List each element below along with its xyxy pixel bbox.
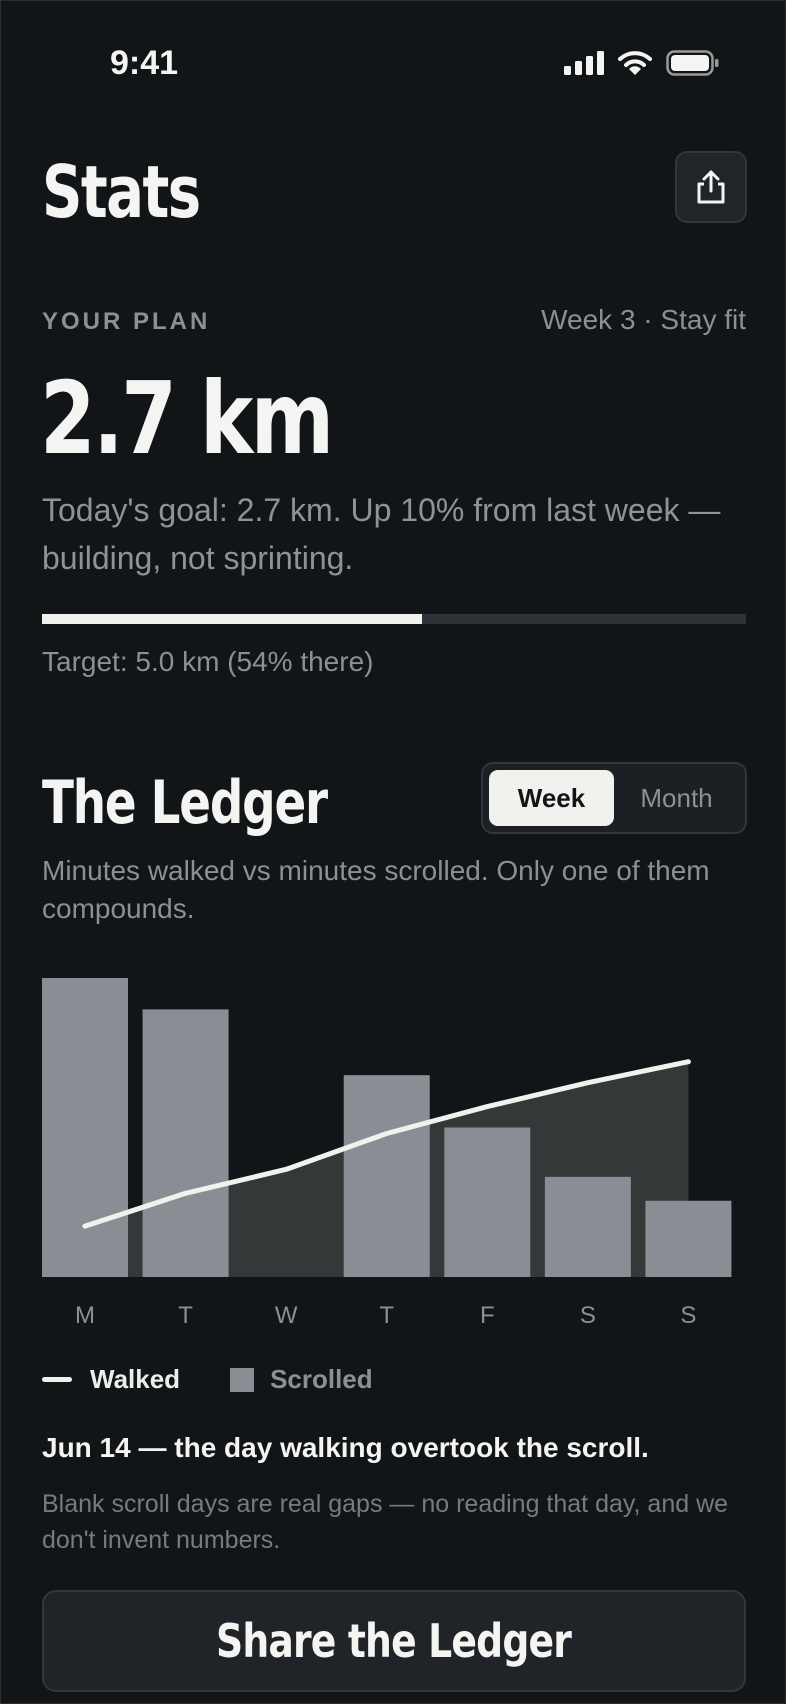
legend-walked-label: Walked <box>90 1364 181 1394</box>
share-ledger-button[interactable]: Share the Ledger <box>42 1590 746 1692</box>
ledger-note: Blank scroll days are real gaps — no rea… <box>42 1490 729 1554</box>
x-tick-label: W <box>275 1302 298 1329</box>
x-tick-label: F <box>480 1302 495 1329</box>
period-toggle: Week Month <box>481 762 747 834</box>
target-caption: Target: 5.0 km (54% there) <box>42 646 374 677</box>
chart-legend: Walked Scrolled <box>42 1364 373 1395</box>
share-icon <box>697 170 725 204</box>
plan-label: YOUR PLAN <box>42 308 211 335</box>
x-tick-label: T <box>379 1302 394 1329</box>
scrolled-bar <box>142 1009 229 1277</box>
x-tick-label: S <box>680 1302 696 1329</box>
plan-description: Today's goal: 2.7 km. Up 10% from last w… <box>42 492 721 576</box>
battery-icon <box>666 50 719 76</box>
x-tick-label: M <box>75 1302 95 1329</box>
plan-distance: 2.7 km <box>40 360 334 477</box>
status-time: 9:41 <box>110 44 179 82</box>
page-title: Stats <box>42 150 201 234</box>
plan-week: Week 3 · Stay fit <box>541 304 746 335</box>
ledger-description: Minutes walked vs minutes scrolled. Only… <box>42 855 710 924</box>
toggle-month[interactable]: Month <box>614 770 739 826</box>
ledger-title: The Ledger <box>42 768 328 838</box>
scrolled-bar <box>343 1075 430 1277</box>
scrolled-bar <box>544 1176 631 1277</box>
x-tick-label: T <box>178 1302 193 1329</box>
share-ledger-label: Share the Ledger <box>216 1614 572 1668</box>
legend-scrolled-swatch <box>230 1367 255 1392</box>
wifi-icon <box>618 51 652 75</box>
ledger-callout: Jun 14 — the day walking overtook the sc… <box>42 1432 649 1463</box>
scrolled-bar <box>444 1127 531 1277</box>
scrolled-bar <box>645 1200 732 1277</box>
scrolled-bar <box>42 978 128 1277</box>
status-icons <box>564 50 720 76</box>
x-tick-label: S <box>580 1302 596 1329</box>
ledger-chart: MTWTFSS <box>42 978 732 1329</box>
share-icon-button[interactable] <box>675 151 747 223</box>
toggle-week[interactable]: Week <box>489 770 614 826</box>
goal-progress-bar <box>42 614 746 624</box>
legend-walked-swatch <box>42 1377 72 1382</box>
goal-progress-fill <box>42 614 423 624</box>
cellular-signal-icon <box>564 51 604 75</box>
legend-scrolled-label: Scrolled <box>270 1364 373 1394</box>
